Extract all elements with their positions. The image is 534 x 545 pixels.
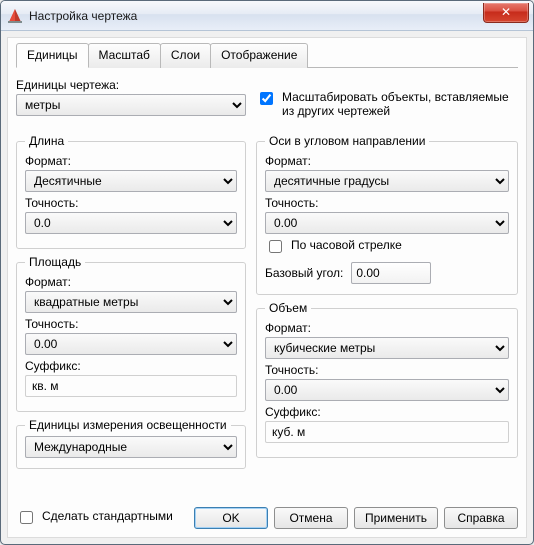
window-title: Настройка чертежа [29,9,483,23]
button-bar: Сделать стандартными OK Отмена Применить… [16,498,518,529]
angle-legend: Оси в угловом направлении [265,134,429,148]
tab-layers[interactable]: Слои [160,43,211,68]
titlebar[interactable]: Настройка чертежа ✕ [1,1,533,31]
area-suffix-label: Суффикс: [25,359,237,373]
scale-inserted-checkbox[interactable] [260,92,273,105]
make-default-checkbox[interactable] [20,511,33,524]
volume-group: Объем Формат: кубические метры Точность:… [256,301,518,458]
ok-button[interactable]: OK [194,507,268,529]
volume-suffix-value: куб. м [265,421,509,443]
tab-scale[interactable]: Масштаб [88,43,161,68]
area-legend: Площадь [25,255,85,269]
close-icon: ✕ [501,5,511,19]
client-area: Единицы Масштаб Слои Отображение Единицы… [7,37,527,538]
length-precision-label: Точность: [25,196,237,210]
volume-precision-combo[interactable]: 0.00 [265,379,509,401]
area-group: Площадь Формат: квадратные метры Точност… [16,255,246,412]
tab-content-units: Единицы чертежа: метры Масштабировать об… [16,76,518,529]
drawing-units-combo[interactable]: метры [16,94,246,116]
make-default-label: Сделать стандартными [42,509,173,523]
baseangle-label: Базовый угол: [265,266,343,280]
area-precision-label: Точность: [25,317,237,331]
area-suffix-value: кв. м [25,375,237,397]
volume-legend: Объем [265,301,311,315]
help-button[interactable]: Справка [444,507,518,529]
lighting-legend: Единицы измерения освещенности [25,418,231,432]
tab-units[interactable]: Единицы [16,43,89,68]
length-legend: Длина [25,134,68,148]
length-format-combo[interactable]: Десятичные [25,170,237,192]
volume-suffix-label: Суффикс: [265,405,509,419]
angle-precision-label: Точность: [265,196,509,210]
angle-precision-combo[interactable]: 0.00 [265,212,509,234]
clockwise-label: По часовой стрелке [291,238,402,252]
length-precision-combo[interactable]: 0.0 [25,212,237,234]
baseangle-input[interactable] [351,262,431,284]
angle-group: Оси в угловом направлении Формат: десяти… [256,134,518,295]
lighting-group: Единицы измерения освещенности Междунаро… [16,418,246,469]
tabstrip: Единицы Масштаб Слои Отображение [16,42,518,68]
angle-format-label: Формат: [265,154,509,168]
area-format-combo[interactable]: квадратные метры [25,291,237,313]
area-format-label: Формат: [25,275,237,289]
app-icon [7,8,23,24]
angle-format-combo[interactable]: десятичные градусы [265,170,509,192]
area-precision-combo[interactable]: 0.00 [25,333,237,355]
length-group: Длина Формат: Десятичные Точность: 0.0 [16,134,246,249]
tab-display[interactable]: Отображение [210,43,308,68]
scale-inserted-label: Масштабировать объекты, вставляемые из д… [282,90,518,118]
apply-button[interactable]: Применить [354,507,438,529]
lighting-combo[interactable]: Международные [25,436,237,458]
close-button[interactable]: ✕ [483,3,529,23]
clockwise-checkbox[interactable] [269,240,282,253]
drawing-units-label: Единицы чертежа: [16,78,246,92]
cancel-button[interactable]: Отмена [274,507,348,529]
volume-format-label: Формат: [265,321,509,335]
volume-precision-label: Точность: [265,363,509,377]
volume-format-combo[interactable]: кубические метры [265,337,509,359]
length-format-label: Формат: [25,154,237,168]
dialog-window: Настройка чертежа ✕ Единицы Масштаб Слои… [0,0,534,545]
